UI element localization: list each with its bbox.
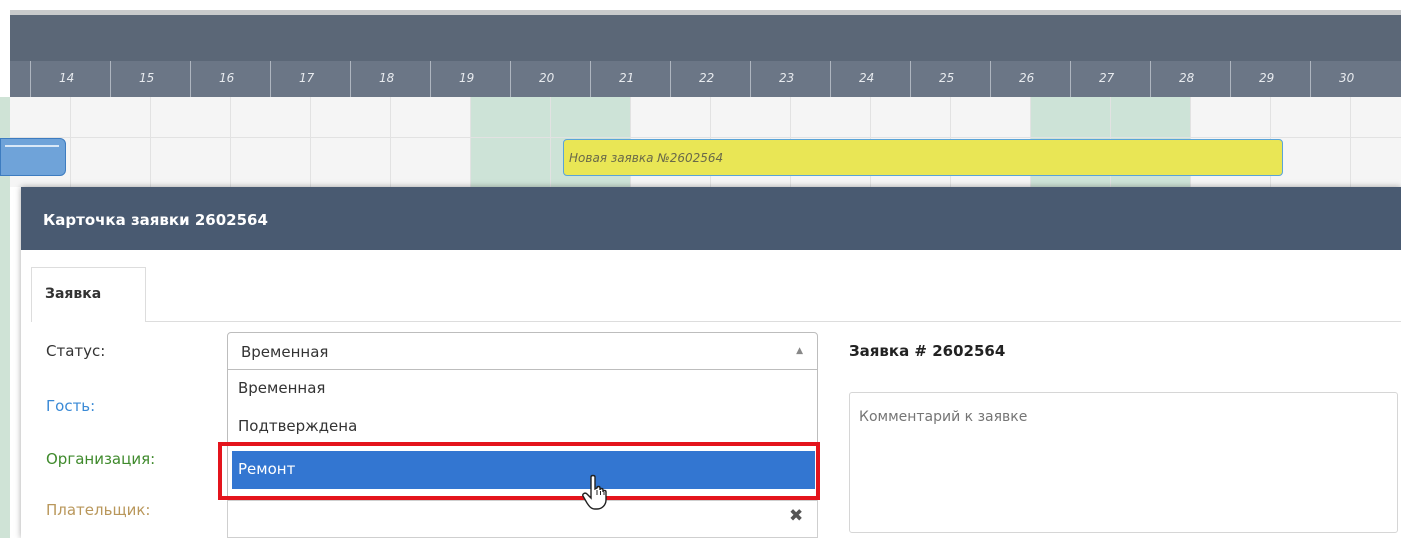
grid-column[interactable] <box>70 97 150 187</box>
day-cell[interactable]: 21 <box>590 61 670 97</box>
day-label: 30 <box>1339 71 1355 85</box>
day-cell[interactable]: 25 <box>910 61 990 97</box>
day-cell[interactable]: 17 <box>270 61 350 97</box>
day-label: 28 <box>1179 71 1195 85</box>
grid-column[interactable] <box>1350 97 1401 187</box>
booking-highlight <box>5 145 59 147</box>
calendar-header-bar <box>10 15 1401 61</box>
grid-column[interactable] <box>230 97 310 187</box>
comment-input[interactable] <box>849 392 1398 533</box>
day-label: 26 <box>1019 71 1035 85</box>
booking-card-modal: Карточка заявки 2602564 Заявка Статус: Г… <box>21 187 1401 538</box>
day-cell[interactable]: 30 <box>1310 61 1390 97</box>
guest-label: Гость: <box>46 397 96 415</box>
day-label: 29 <box>1259 71 1275 85</box>
day-label: 22 <box>699 71 715 85</box>
day-label: 23 <box>779 71 795 85</box>
day-label: 24 <box>859 71 875 85</box>
tab-label: Заявка <box>45 286 102 302</box>
day-label: 19 <box>459 71 475 85</box>
grid-column[interactable] <box>390 97 470 187</box>
day-label: 15 <box>139 71 155 85</box>
day-cell[interactable]: 23 <box>750 61 830 97</box>
day-cell[interactable]: 26 <box>990 61 1070 97</box>
day-cell[interactable]: 16 <box>190 61 270 97</box>
status-option-temporary[interactable]: Временная <box>232 370 815 408</box>
day-cell[interactable]: 14 <box>30 61 110 97</box>
highlight-frame <box>218 442 820 500</box>
day-cell[interactable]: 18 <box>350 61 430 97</box>
chevron-up-icon[interactable]: ▲ <box>796 346 803 356</box>
order-title: Заявка # 2602564 <box>849 342 1006 360</box>
grid-column-weekend[interactable] <box>470 97 550 187</box>
modal-title: Карточка заявки 2602564 <box>43 211 268 229</box>
option-label: Временная <box>238 379 326 397</box>
status-option-confirmed[interactable]: Подтверждена <box>232 408 815 446</box>
day-label: 17 <box>299 71 315 85</box>
grid-column[interactable] <box>310 97 390 187</box>
clear-icon[interactable]: ✖ <box>789 506 803 526</box>
status-select[interactable]: Временная ▲ <box>227 332 818 370</box>
day-label: 18 <box>379 71 395 85</box>
booking-bar-new[interactable]: Новая заявка №2602564 <box>563 139 1283 176</box>
grid-column[interactable] <box>150 97 230 187</box>
grid-row-divider <box>10 137 1401 138</box>
day-cell[interactable]: 15 <box>110 61 190 97</box>
day-cell[interactable]: 24 <box>830 61 910 97</box>
booking-label: Новая заявка №2602564 <box>569 151 724 165</box>
booking-bar-previous[interactable] <box>0 138 66 176</box>
day-cell[interactable]: 22 <box>670 61 750 97</box>
payer-input[interactable] <box>227 500 818 538</box>
status-selected-value: Временная <box>241 343 329 361</box>
modal-header: Карточка заявки 2602564 <box>21 187 1401 250</box>
day-label: 25 <box>939 71 955 85</box>
day-cell[interactable]: 29 <box>1230 61 1310 97</box>
day-cell[interactable]: 19 <box>430 61 510 97</box>
day-label: 14 <box>59 71 75 85</box>
tabs-divider <box>31 321 1401 322</box>
day-cell[interactable]: 27 <box>1070 61 1150 97</box>
day-label: 20 <box>539 71 555 85</box>
option-label: Подтверждена <box>238 417 358 435</box>
calendar-days-row: 14 15 16 17 18 19 20 21 22 23 24 25 26 2… <box>10 61 1401 97</box>
organization-label: Организация: <box>46 450 156 468</box>
hand-cursor-icon <box>582 474 607 510</box>
status-label: Статус: <box>46 342 106 360</box>
day-label: 16 <box>219 71 235 85</box>
day-label: 27 <box>1099 71 1115 85</box>
day-cell[interactable]: 28 <box>1150 61 1230 97</box>
payer-label: Плательщик: <box>46 501 151 519</box>
day-cell[interactable]: 20 <box>510 61 590 97</box>
tab-order[interactable]: Заявка <box>31 267 146 322</box>
day-label: 21 <box>619 71 635 85</box>
